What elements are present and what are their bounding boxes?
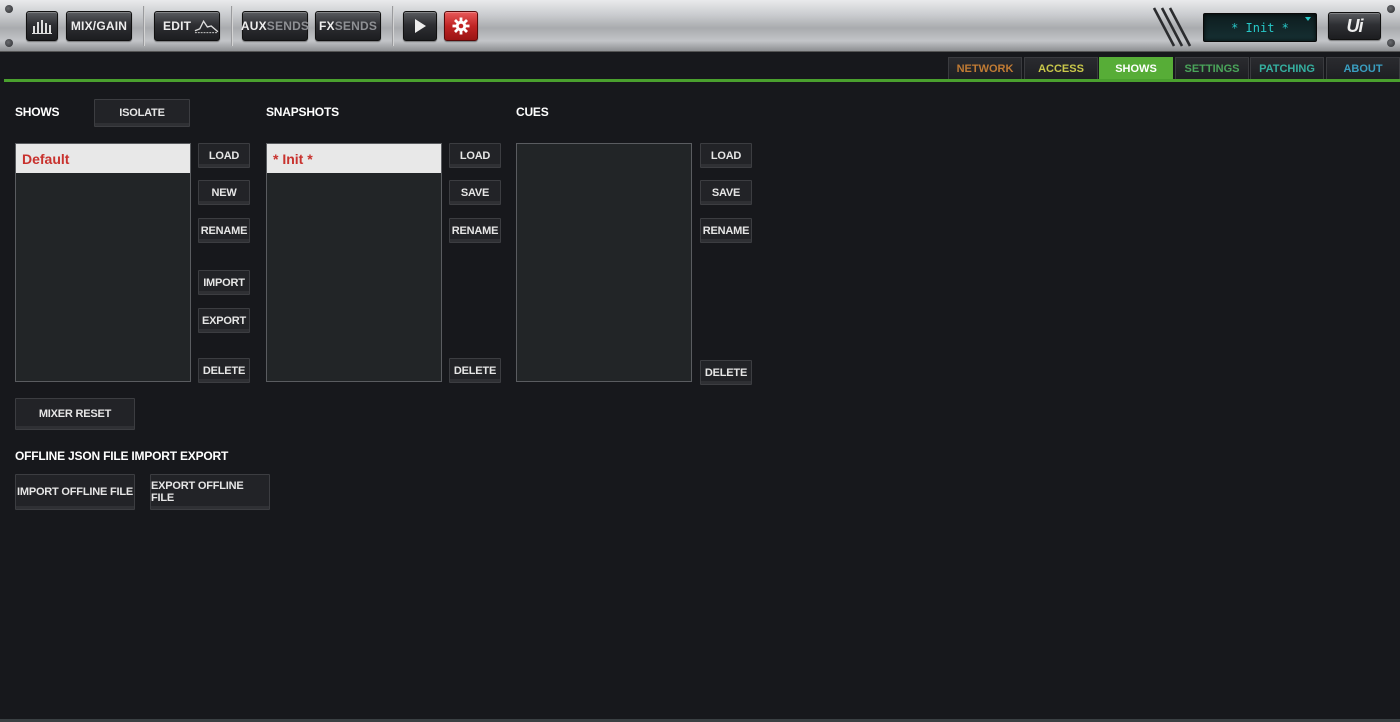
aux-sends-button[interactable]: AUX SENDS	[240, 11, 310, 41]
edit-button[interactable]: EDIT	[154, 11, 220, 41]
snapshots-list[interactable]: * Init *	[266, 143, 442, 382]
mix-gain-label: MIX/GAIN	[70, 19, 128, 33]
ui-logo-text: Ui	[1346, 15, 1364, 36]
aux-label-dim: SENDS	[266, 19, 310, 33]
import-offline-file-label: IMPORT OFFLINE FILE	[17, 486, 133, 498]
snapshots-save-label: SAVE	[460, 186, 490, 199]
dropdown-arrow-icon	[1305, 17, 1311, 21]
meters-icon	[32, 20, 52, 34]
shows-list[interactable]: Default	[15, 143, 191, 382]
shows-delete-button[interactable]: DELETE	[198, 358, 250, 383]
snapshots-rename-label: RENAME	[451, 224, 499, 237]
screw-decoration	[1387, 5, 1395, 13]
tab-settings-label: SETTINGS	[1184, 62, 1240, 75]
snapshots-heading: SNAPSHOTS	[266, 105, 339, 119]
fx-label-dim: SENDS	[334, 19, 378, 33]
tab-shows-label: SHOWS	[1115, 62, 1157, 75]
tab-access-label: ACCESS	[1038, 62, 1084, 75]
screw-decoration	[5, 39, 13, 47]
snapshot-display-text: * Init *	[1231, 20, 1289, 35]
shows-heading: SHOWS	[15, 105, 60, 119]
shows-import-button[interactable]: IMPORT	[198, 270, 250, 295]
edit-label: EDIT	[163, 19, 192, 33]
snapshots-load-button[interactable]: LOAD	[449, 143, 501, 168]
shows-new-label: NEW	[211, 186, 237, 199]
snapshots-delete-label: DELETE	[453, 364, 497, 377]
fx-label-bold: FX	[318, 19, 335, 33]
mix-gain-button[interactable]: MIX/GAIN	[66, 11, 132, 41]
top-toolbar: MIX/GAIN EDIT AUX SENDS FX SENDS * Init …	[0, 0, 1400, 52]
play-icon	[415, 19, 426, 33]
snapshots-delete-button[interactable]: DELETE	[449, 358, 501, 383]
cues-delete-button[interactable]: DELETE	[700, 360, 752, 385]
tab-about-label: ABOUT	[1343, 62, 1383, 75]
tab-patching[interactable]: PATCHING	[1250, 57, 1324, 79]
shows-rename-button[interactable]: RENAME	[198, 218, 250, 243]
isolate-label: ISOLATE	[119, 107, 165, 119]
shows-load-button[interactable]: LOAD	[198, 143, 250, 168]
shows-export-label: EXPORT	[201, 314, 247, 327]
toolbar-separator	[392, 6, 394, 46]
snapshots-rename-button[interactable]: RENAME	[449, 218, 501, 243]
screw-decoration	[1387, 39, 1395, 47]
snapshots-save-button[interactable]: SAVE	[449, 180, 501, 205]
cues-load-button[interactable]: LOAD	[700, 143, 752, 168]
export-offline-file-label: EXPORT OFFLINE FILE	[151, 480, 244, 504]
import-offline-file-button[interactable]: IMPORT OFFLINE FILE	[15, 474, 135, 510]
isolate-button[interactable]: ISOLATE	[94, 99, 190, 127]
offline-heading: OFFLINE JSON FILE IMPORT EXPORT	[15, 449, 229, 463]
shows-import-label: IMPORT	[203, 276, 245, 289]
cues-save-button[interactable]: SAVE	[700, 180, 752, 205]
cues-save-label: SAVE	[711, 186, 741, 199]
aux-label-bold: AUX	[240, 19, 267, 33]
eq-curve-icon	[194, 19, 219, 34]
tab-settings[interactable]: SETTINGS	[1175, 57, 1249, 79]
tab-patching-label: PATCHING	[1259, 62, 1315, 75]
tab-underline	[4, 79, 1400, 82]
screw-decoration	[5, 5, 13, 13]
cues-heading: CUES	[516, 105, 549, 119]
gear-icon	[452, 17, 470, 35]
tab-access[interactable]: ACCESS	[1024, 57, 1098, 79]
shows-rename-label: RENAME	[200, 224, 248, 237]
snapshot-display[interactable]: * Init *	[1203, 13, 1317, 42]
snapshots-load-label: LOAD	[459, 149, 491, 162]
slashes-decoration	[1152, 7, 1192, 47]
shows-load-label: LOAD	[208, 149, 240, 162]
shows-delete-label: DELETE	[202, 364, 246, 377]
settings-button[interactable]	[444, 11, 478, 41]
tab-network-label: NETWORK	[956, 62, 1014, 75]
export-offline-file-button[interactable]: EXPORT OFFLINE FILE	[150, 474, 270, 510]
mixer-reset-label: MIXER RESET	[38, 408, 112, 420]
toolbar-separator	[231, 6, 233, 46]
play-button[interactable]	[403, 11, 437, 41]
tab-network[interactable]: NETWORK	[948, 57, 1022, 79]
mixer-reset-button[interactable]: MIXER RESET	[15, 398, 135, 430]
ui-logo-button[interactable]: Ui	[1328, 12, 1381, 40]
toolbar-separator	[143, 6, 145, 46]
list-item[interactable]: * Init *	[267, 144, 441, 173]
cues-list[interactable]	[516, 143, 692, 382]
fx-sends-button[interactable]: FX SENDS	[315, 11, 381, 41]
tab-shows[interactable]: SHOWS	[1099, 57, 1173, 79]
tab-about[interactable]: ABOUT	[1326, 57, 1400, 79]
meters-button[interactable]	[26, 11, 58, 41]
list-item[interactable]: Default	[16, 144, 190, 173]
cues-rename-button[interactable]: RENAME	[700, 218, 752, 243]
cues-delete-label: DELETE	[704, 366, 748, 379]
cues-load-label: LOAD	[710, 149, 742, 162]
shows-export-button[interactable]: EXPORT	[198, 308, 250, 333]
shows-new-button[interactable]: NEW	[198, 180, 250, 205]
app-root: MIX/GAIN EDIT AUX SENDS FX SENDS * Init …	[0, 0, 1400, 722]
cues-rename-label: RENAME	[702, 224, 750, 237]
